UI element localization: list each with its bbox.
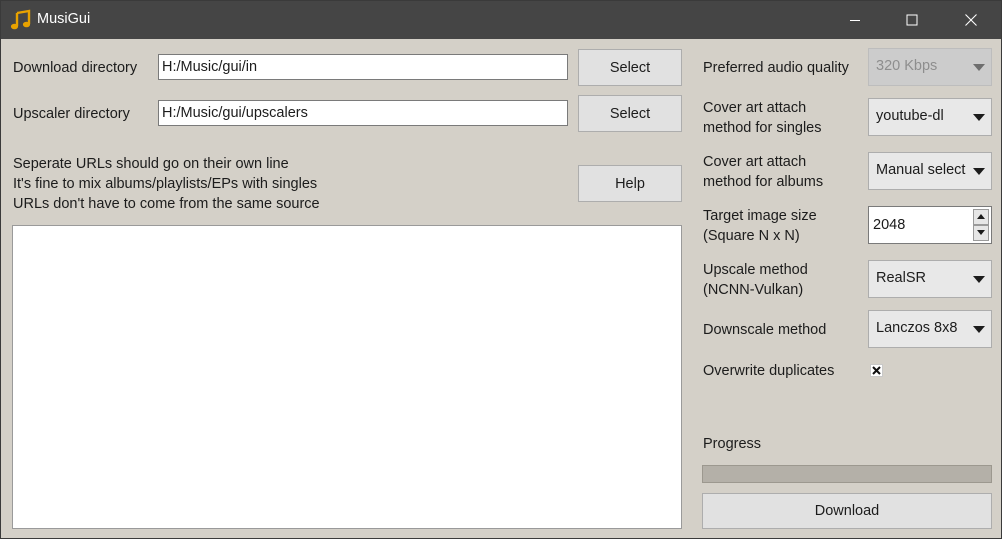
select-upscaler-directory-button[interactable]: Select	[578, 95, 682, 132]
minimize-button[interactable]	[832, 1, 878, 39]
upscaler-directory-label: Upscaler directory	[13, 106, 130, 122]
cover-albums-label-line-2: method for albums	[703, 174, 824, 190]
image-size-spinbox[interactable]: 2048	[868, 206, 992, 244]
maximize-icon	[906, 14, 918, 26]
overwrite-duplicates-checkbox[interactable]	[870, 364, 883, 377]
window-title: MusiGui	[37, 11, 91, 27]
download-button[interactable]: Download	[702, 493, 992, 529]
cover-singles-label-line-2: method for singles	[703, 120, 822, 136]
download-directory-label: Download directory	[13, 60, 138, 76]
chevron-down-icon	[973, 276, 985, 283]
cover-singles-method-select[interactable]: youtube-dl	[868, 98, 992, 136]
instruction-line-1: Seperate URLs should go on their own lin…	[13, 156, 289, 172]
chevron-down-icon	[973, 326, 985, 333]
image-size-label-line-2: (Square N x N)	[703, 228, 800, 244]
progress-label: Progress	[703, 436, 762, 452]
spin-up-button[interactable]	[973, 209, 989, 225]
cover-singles-method-value: youtube-dl	[876, 108, 944, 124]
downscale-method-select[interactable]: Lanczos 8x8	[868, 310, 992, 348]
image-size-label-line-1: Target image size	[703, 208, 817, 224]
main-window: MusiGui Download directory Select Upscal…	[0, 0, 1002, 539]
cover-albums-method-select[interactable]: Manual select	[868, 152, 992, 190]
audio-quality-value: 320 Kbps	[876, 58, 938, 74]
progress-bar	[702, 465, 992, 483]
chevron-down-icon	[973, 114, 985, 121]
title-bar[interactable]: MusiGui	[1, 1, 1001, 39]
cover-albums-method-value: Manual select	[876, 162, 966, 178]
minimize-icon	[850, 20, 860, 21]
overwrite-duplicates-label: Overwrite duplicates	[703, 363, 835, 379]
upscaler-directory-input[interactable]	[158, 100, 568, 126]
chevron-down-icon	[973, 168, 985, 175]
audio-quality-select[interactable]: 320 Kbps	[868, 48, 992, 86]
cover-albums-label-line-1: Cover art attach	[703, 154, 807, 170]
downscale-method-label: Downscale method	[703, 322, 827, 338]
downscale-method-value: Lanczos 8x8	[876, 320, 958, 336]
spin-down-button[interactable]	[973, 225, 989, 241]
select-download-directory-button[interactable]: Select	[578, 49, 682, 86]
upscale-method-label-line-2: (NCNN-Vulkan)	[703, 282, 804, 298]
cover-singles-label-line-1: Cover art attach	[703, 100, 807, 116]
audio-quality-label: Preferred audio quality	[703, 60, 849, 76]
image-size-value: 2048	[873, 217, 906, 233]
download-directory-input[interactable]	[158, 54, 568, 80]
instruction-line-2: It's fine to mix albums/playlists/EPs wi…	[13, 176, 318, 192]
upscale-method-value: RealSR	[876, 270, 926, 286]
maximize-button[interactable]	[889, 1, 935, 39]
close-icon	[965, 14, 977, 26]
instruction-line-3: URLs don't have to come from the same so…	[13, 196, 320, 212]
music-note-icon	[10, 9, 32, 31]
help-button[interactable]: Help	[578, 165, 682, 202]
checkmark-icon	[872, 366, 881, 375]
close-button[interactable]	[948, 1, 994, 39]
upscale-method-label-line-1: Upscale method	[703, 262, 808, 278]
url-input-textarea[interactable]	[12, 225, 682, 529]
chevron-down-icon	[973, 64, 985, 71]
upscale-method-select[interactable]: RealSR	[868, 260, 992, 298]
